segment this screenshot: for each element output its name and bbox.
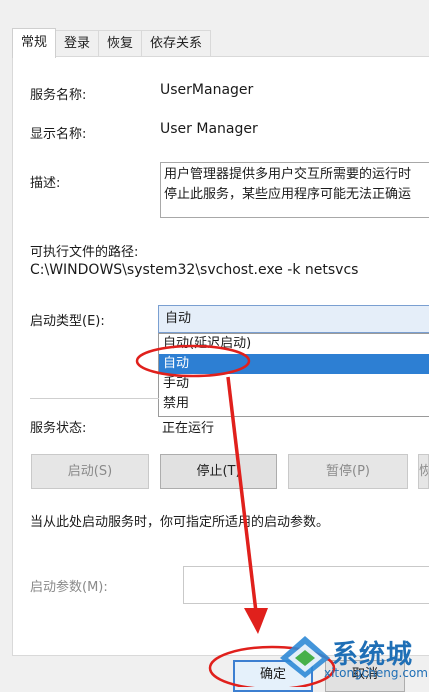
- start-params-hint: 当从此处启动服务时，你可指定所适用的启动参数。: [30, 515, 330, 530]
- executable-path-value: C:\WINDOWS\system32\svchost.exe -k netsv…: [30, 262, 359, 278]
- window-top-strip: [0, 0, 429, 28]
- service-status-label: 服务状态:: [30, 421, 87, 436]
- section-divider: [30, 398, 159, 399]
- resume-button[interactable]: 恢复: [418, 454, 429, 489]
- start-params-label: 启动参数(M):: [30, 580, 108, 595]
- description-label: 描述:: [30, 176, 61, 191]
- start-params-input[interactable]: [183, 566, 429, 604]
- executable-path-label: 可执行文件的路径:: [30, 245, 139, 260]
- startup-type-label: 启动类型(E):: [30, 314, 105, 329]
- tab-general[interactable]: 常规: [12, 28, 57, 58]
- startup-type-select[interactable]: 自动: [158, 305, 429, 333]
- description-line-2: 停止此服务，某些应用程序可能无法正确运: [164, 187, 412, 202]
- start-button[interactable]: 启动(S): [31, 454, 149, 489]
- tab-strip: 常规 登录 恢复 依存关系: [12, 28, 212, 58]
- startup-type-dropdown: 自动(延迟启动) 自动 手动 禁用: [158, 333, 429, 417]
- display-name-value: User Manager: [160, 121, 258, 137]
- display-name-label: 显示名称:: [30, 127, 87, 142]
- service-status-value: 正在运行: [162, 421, 215, 436]
- description-box[interactable]: 用户管理器提供多用户交互所需要的运行时 停止此服务，某些应用程序可能无法正确运: [160, 162, 429, 218]
- tab-dependencies[interactable]: 依存关系: [141, 30, 212, 56]
- startup-option-auto[interactable]: 自动: [159, 354, 429, 374]
- stop-button[interactable]: 停止(T): [160, 454, 277, 489]
- startup-option-auto-delayed[interactable]: 自动(延迟启动): [159, 334, 429, 354]
- tab-recovery[interactable]: 恢复: [98, 30, 143, 56]
- description-line-1: 用户管理器提供多用户交互所需要的运行时: [164, 167, 412, 182]
- startup-option-disabled[interactable]: 禁用: [159, 394, 429, 414]
- ok-button[interactable]: 确定: [233, 660, 313, 692]
- service-name-label: 服务名称:: [30, 88, 87, 103]
- startup-option-manual[interactable]: 手动: [159, 374, 429, 394]
- cancel-button[interactable]: 取消: [325, 660, 405, 692]
- tab-logon[interactable]: 登录: [55, 30, 100, 56]
- pause-button[interactable]: 暂停(P): [288, 454, 408, 489]
- service-name-value: UserManager: [160, 82, 254, 98]
